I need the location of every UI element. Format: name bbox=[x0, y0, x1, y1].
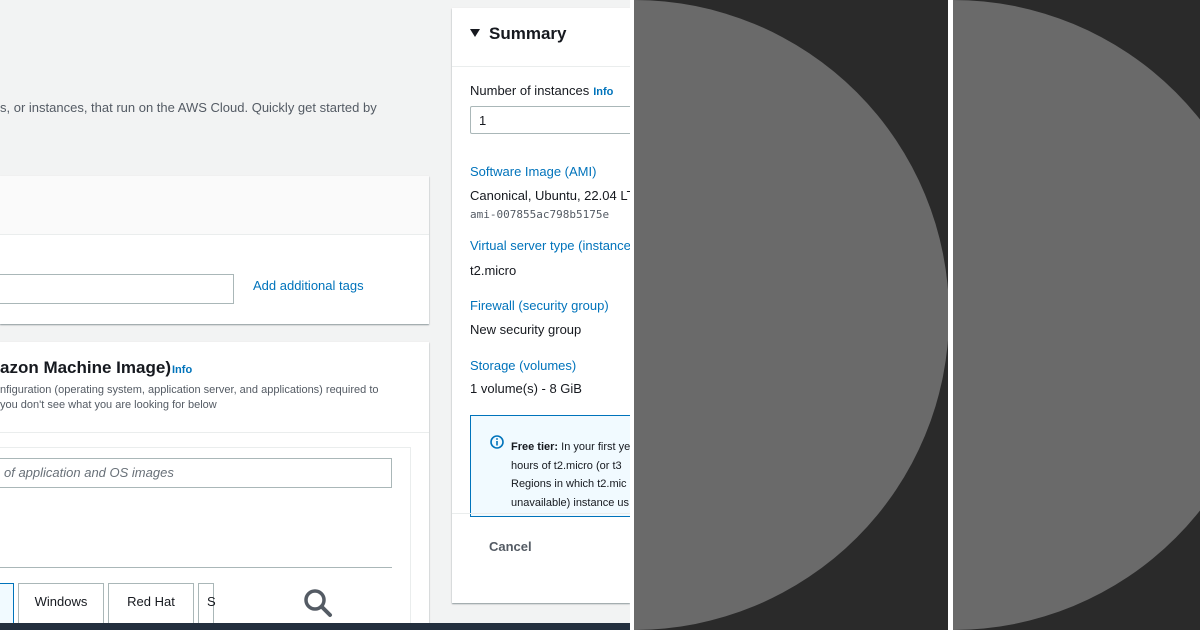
ami-card: azon Machine Image) Info nfiguration (op… bbox=[0, 342, 429, 630]
info-circle-icon bbox=[490, 435, 504, 454]
instance-type-link[interactable]: Virtual server type (instance bbox=[470, 238, 630, 253]
summary-panel: Summary Number of instances Info 1 Softwa… bbox=[452, 8, 630, 603]
ami-description-line-1: nfiguration (operating system, applicati… bbox=[0, 384, 379, 396]
instance-type-value: t2.micro bbox=[470, 263, 517, 278]
storage-link[interactable]: Storage (volumes) bbox=[470, 358, 576, 373]
ami-card-divider bbox=[0, 432, 429, 433]
name-and-tags-card: Add additional tags bbox=[0, 176, 429, 324]
name-input[interactable] bbox=[0, 274, 234, 304]
cancel-button[interactable]: Cancel bbox=[489, 539, 532, 554]
free-tier-line-3: Regions in which t2.mic bbox=[511, 478, 627, 490]
name-card-header bbox=[0, 176, 429, 235]
instances-label: Number of instances bbox=[470, 83, 590, 98]
free-tier-text: Free tier: In your first ye hours of t2.… bbox=[511, 438, 630, 512]
ami-card-title: azon Machine Image) bbox=[0, 358, 171, 377]
ami-search-input[interactable]: of application and OS images bbox=[0, 458, 392, 488]
page-intro-text: s, or instances, that run on the AWS Clo… bbox=[0, 100, 377, 115]
ami-info-link[interactable]: Info bbox=[172, 364, 192, 376]
free-tier-line-2: hours of t2.micro (or t3 bbox=[511, 459, 622, 472]
summary-footer-divider bbox=[452, 513, 630, 514]
dark-panel-1 bbox=[634, 0, 948, 630]
storage-value: 1 volume(s) - 8 GiB bbox=[470, 381, 582, 396]
instances-info-link[interactable]: Info bbox=[593, 86, 613, 98]
instances-label-row: Number of instances Info bbox=[470, 83, 613, 98]
ami-description: nfiguration (operating system, applicati… bbox=[0, 383, 379, 413]
firewall-value: New security group bbox=[470, 322, 582, 337]
add-additional-tags-link[interactable]: Add additional tags bbox=[253, 278, 364, 293]
software-image-value: Canonical, Ubuntu, 22.04 LT bbox=[470, 188, 630, 203]
ami-id: ami-007855ac798b5175e bbox=[470, 208, 610, 221]
software-image-link[interactable]: Software Image (AMI) bbox=[470, 164, 596, 179]
free-tier-line-4: unavailable) instance us bbox=[511, 496, 630, 509]
ami-tabs-divider bbox=[0, 567, 392, 568]
circle-shape bbox=[634, 0, 948, 630]
caret-down-icon bbox=[470, 29, 480, 37]
summary-title: Summary bbox=[489, 24, 567, 43]
summary-header[interactable]: Summary bbox=[452, 8, 630, 67]
firewall-link[interactable]: Firewall (security group) bbox=[470, 298, 609, 313]
free-tier-alert: Free tier: In your first ye hours of t2.… bbox=[470, 415, 630, 517]
ami-description-line-2: you don't see what you are looking for b… bbox=[0, 399, 217, 411]
circle-shape bbox=[953, 0, 1200, 630]
instances-count-input[interactable]: 1 bbox=[470, 106, 630, 134]
dark-panel-2 bbox=[953, 0, 1200, 630]
free-tier-label: Free tier: bbox=[511, 441, 559, 453]
free-tier-line-1: In your first ye bbox=[561, 441, 630, 453]
search-icon[interactable] bbox=[303, 588, 333, 623]
aws-launch-instance-page: s, or instances, that run on the AWS Clo… bbox=[0, 0, 630, 630]
bottom-bar bbox=[0, 623, 630, 630]
ami-search-placeholder: of application and OS images bbox=[4, 465, 174, 480]
